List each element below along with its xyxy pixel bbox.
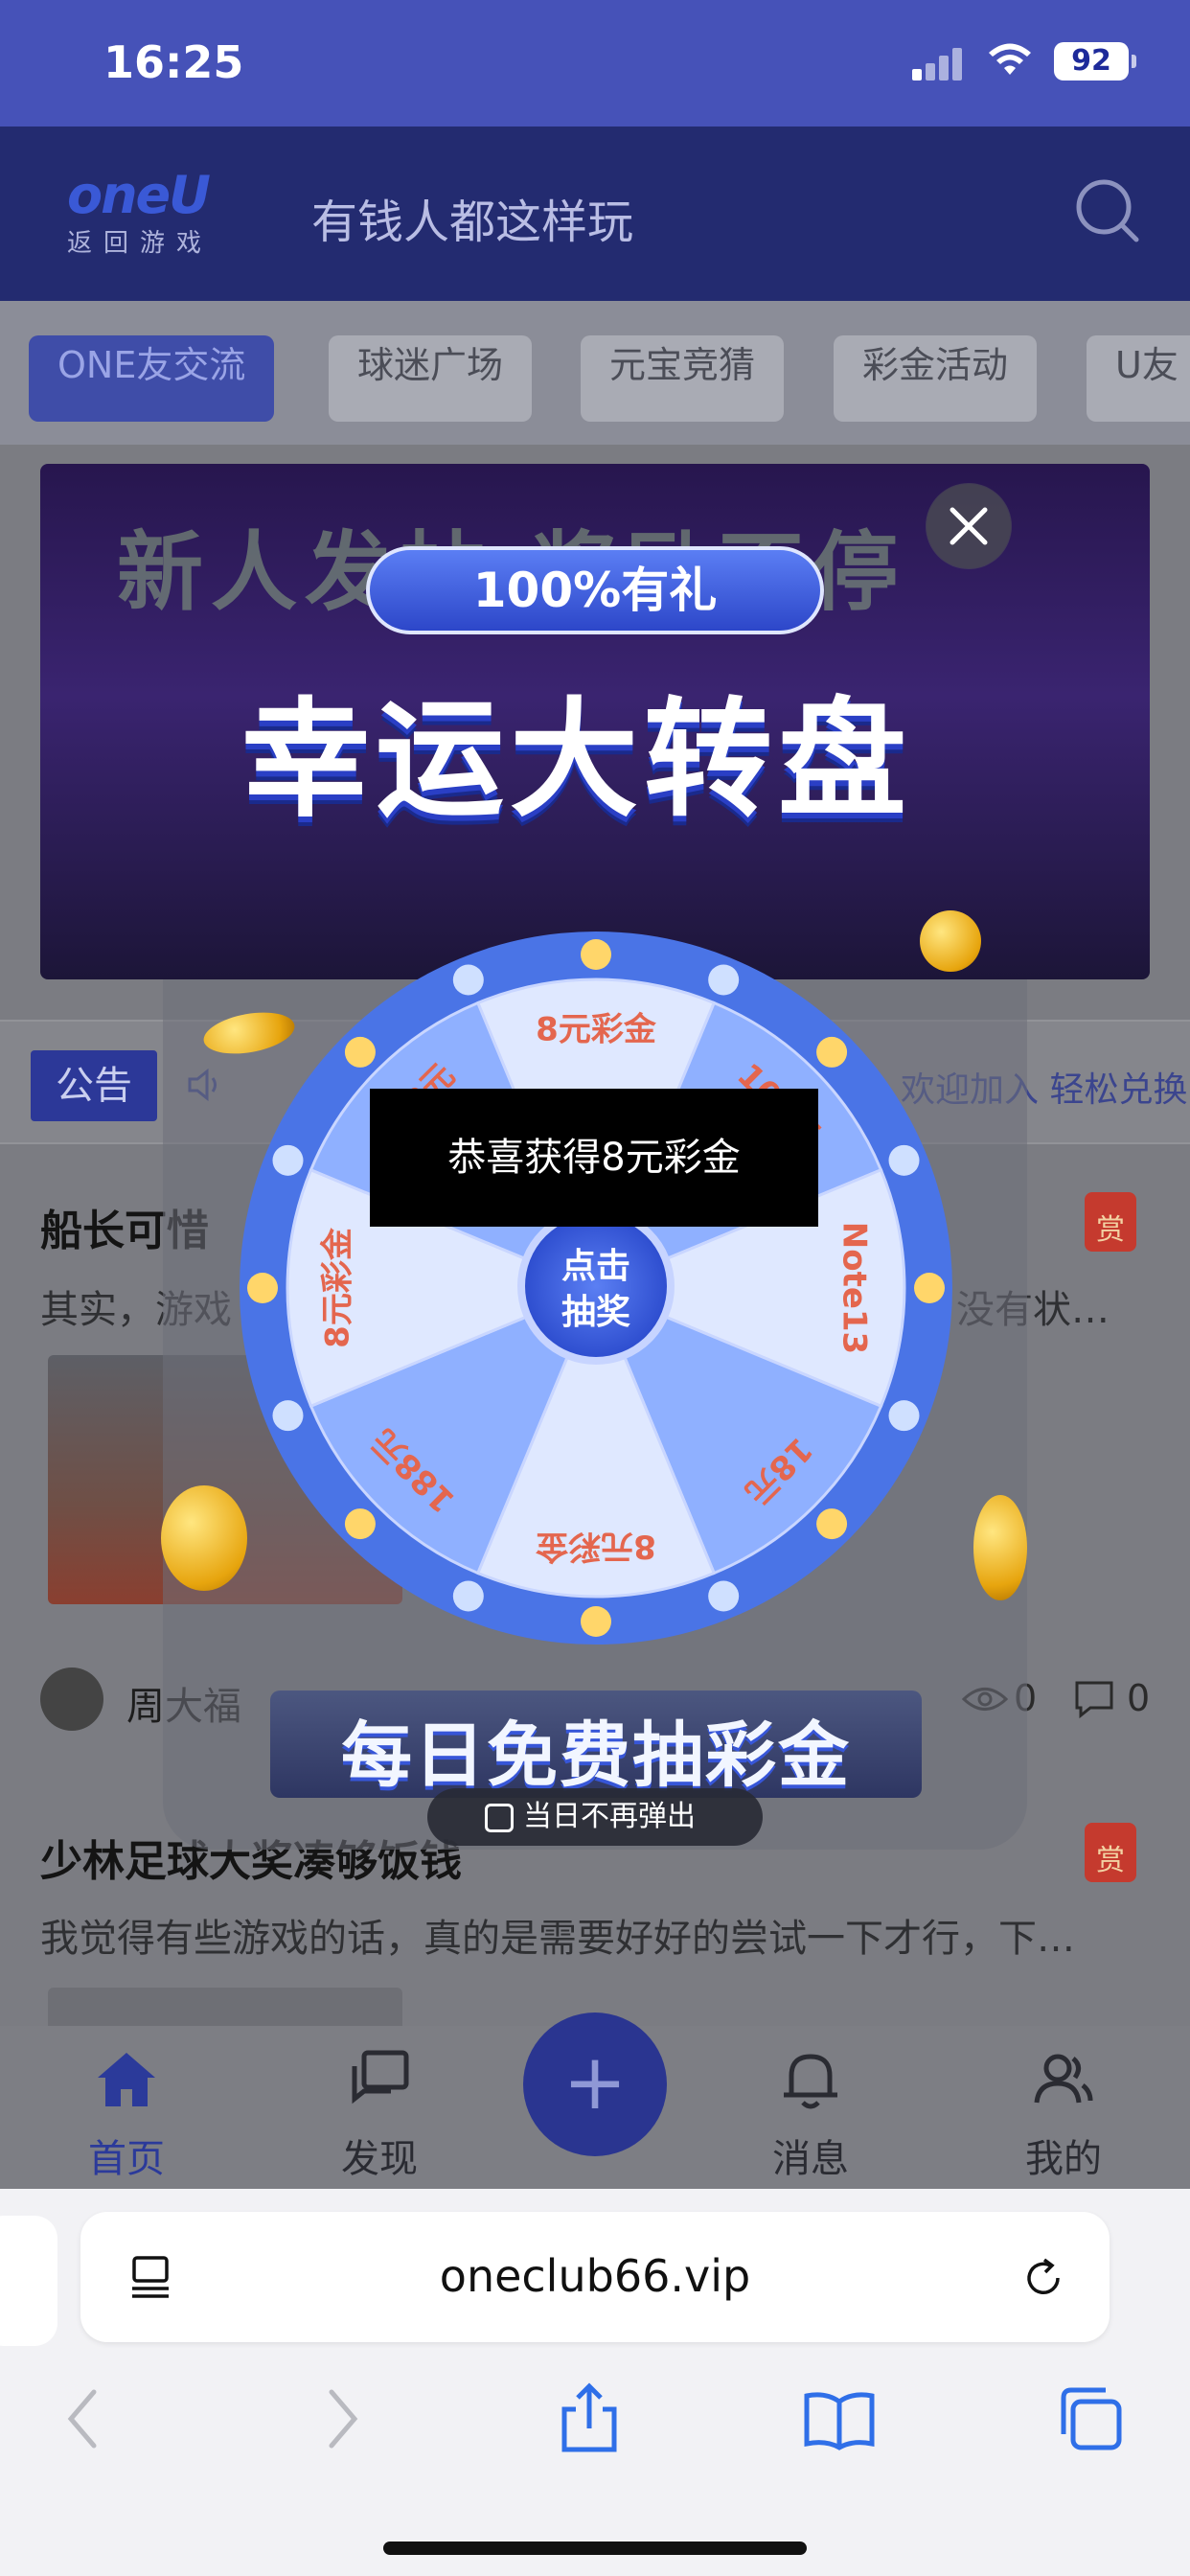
close-icon[interactable] — [926, 483, 1012, 569]
search-icon[interactable] — [1073, 176, 1142, 245]
battery-icon: 92 — [1054, 42, 1136, 80]
wheel-bulb — [272, 1144, 304, 1176]
wheel-segment-label: 8元彩金 — [536, 1011, 657, 1049]
previous-tab-card[interactable] — [0, 2216, 57, 2346]
nav-label: 消息 — [772, 2137, 849, 2181]
wheel-bulb — [708, 1580, 740, 1612]
prize-toast: 恭喜获得8元彩金 — [370, 1089, 818, 1227]
reward-badge: 赏 — [1085, 1823, 1136, 1882]
nav-mine[interactable]: 我的 — [996, 2045, 1131, 2183]
bell-icon — [784, 2054, 837, 2109]
tab-one-friends[interactable]: ONE友交流 — [29, 335, 275, 422]
add-post-button[interactable]: + — [523, 2012, 667, 2156]
wheel-segment-label: 8元彩金 — [535, 1528, 656, 1566]
back-icon[interactable] — [48, 2380, 125, 2457]
wheel-bulb — [888, 1144, 920, 1176]
wheel-segment-label: 8元彩金 — [319, 1227, 357, 1348]
forward-icon[interactable] — [301, 2380, 378, 2457]
wheel-bulb — [344, 1508, 376, 1540]
url-text: oneclub66.vip — [439, 2250, 751, 2302]
checkbox[interactable] — [485, 1804, 514, 1832]
wheel-bulb — [708, 964, 740, 996]
tab-u-friends[interactable]: U友 — [1087, 335, 1190, 422]
wheel-bulb — [888, 1400, 920, 1432]
wheel-bulb — [452, 964, 484, 996]
category-tabs: ONE友交流 球迷广场 元宝竞猜 彩金活动 U友 — [0, 301, 1190, 445]
tab-fan-plaza[interactable]: 球迷广场 — [329, 335, 533, 422]
nav-label: 发现 — [341, 2137, 418, 2181]
bookmarks-icon[interactable] — [801, 2380, 878, 2457]
spin-button[interactable]: 点击 抽奖 — [517, 1208, 675, 1365]
home-icon — [98, 2053, 155, 2106]
nav-discover[interactable]: 发现 — [312, 2045, 446, 2183]
status-time: 16:25 — [103, 36, 244, 88]
wheel-bulb — [816, 1508, 848, 1540]
nav-home[interactable]: 首页 — [59, 2045, 194, 2183]
chat-icon — [352, 2050, 409, 2104]
nav-label: 首页 — [88, 2137, 165, 2181]
spin-button-label: 点击 抽奖 — [561, 1247, 630, 1332]
avatar — [40, 1668, 103, 1731]
wheel-bulb — [344, 1036, 376, 1068]
reward-badge: 赏 — [1085, 1192, 1136, 1252]
nav-label: 我的 — [1025, 2137, 1102, 2181]
logo-back-to-game[interactable]: oneU 返回游戏 — [67, 165, 249, 259]
wheel-bulb — [914, 1273, 945, 1303]
post-excerpt: 我觉得有些游戏的话，真的是需要好好的尝试一下才行，下… — [40, 1917, 1075, 1961]
wheel-bulb — [452, 1580, 484, 1612]
wheel-bulb — [581, 1606, 611, 1637]
dont-show-today-label: 当日不再弹出 — [523, 1800, 696, 1833]
tabs-icon[interactable] — [1052, 2380, 1129, 2457]
tab-bonus-events[interactable]: 彩金活动 — [834, 335, 1038, 422]
wheel-bulb — [272, 1400, 304, 1432]
nav-messages[interactable]: 消息 — [744, 2045, 878, 2183]
tab-ingot-guess[interactable]: 元宝竞猜 — [581, 335, 785, 422]
daily-free-draw: 每日免费抽彩金 — [341, 1714, 851, 1797]
coin-decoration — [161, 1485, 247, 1591]
notice-tag: 公告 — [31, 1050, 157, 1121]
home-indicator — [383, 2542, 807, 2555]
wheel-bulb — [816, 1036, 848, 1068]
logo-brand: oneU — [67, 165, 211, 225]
wheel-title: 幸运大转盘 — [241, 685, 913, 835]
reload-icon[interactable] — [1019, 2254, 1067, 2302]
wheel-bulb — [581, 939, 611, 970]
browser-toolbar: oneclub66.vip — [0, 2189, 1190, 2576]
dont-show-today-toggle[interactable]: 当日不再弹出 — [427, 1788, 763, 1846]
status-bar: 16:25 92 — [0, 0, 1190, 126]
wheel-segment-label: Note13 — [835, 1222, 874, 1354]
address-bar[interactable]: oneclub66.vip — [80, 2212, 1110, 2342]
logo-subtitle: 返回游戏 — [67, 229, 214, 258]
app-header: oneU 返回游戏 有钱人都这样玩 — [0, 126, 1190, 301]
user-icon — [1034, 2054, 1093, 2104]
post-author[interactable]: 周大福 — [40, 1668, 241, 1731]
wifi-icon — [989, 43, 1031, 75]
comment-count: 0 — [1127, 1677, 1151, 1719]
gift-pill: 100%有礼 — [366, 546, 824, 634]
coin-decoration — [973, 1495, 1027, 1600]
share-icon[interactable] — [551, 2380, 628, 2457]
wheel-bulb — [247, 1273, 278, 1303]
page-title: 有钱人都这样玩 — [311, 196, 634, 249]
cellular-signal-icon — [912, 46, 966, 80]
comment-icon — [1075, 1681, 1113, 1719]
